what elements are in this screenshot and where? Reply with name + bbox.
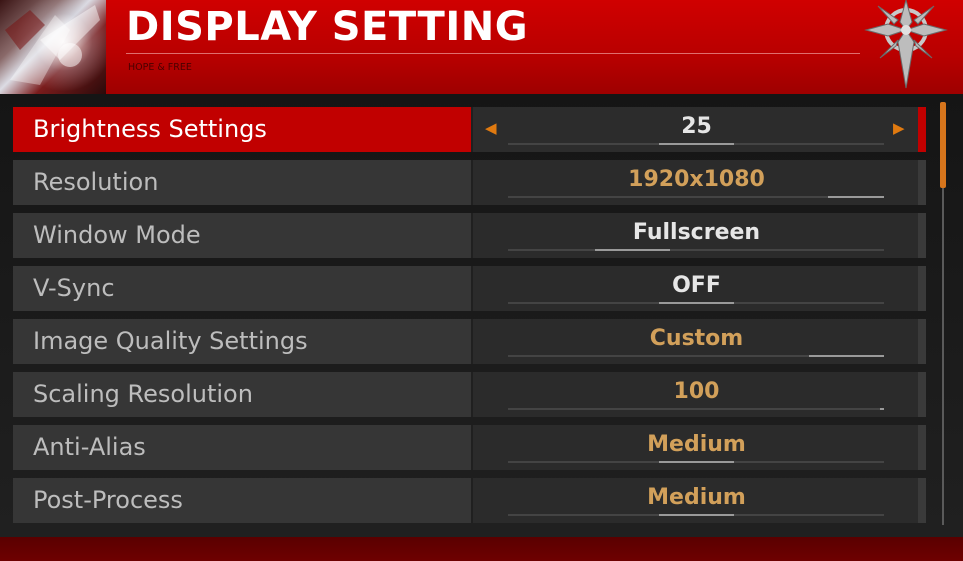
row-endcap <box>918 425 926 470</box>
option-indicator <box>658 514 734 516</box>
setting-label-box[interactable]: Scaling Resolution <box>13 372 471 417</box>
setting-row[interactable]: Brightness Settings 25 ◀ ▶ <box>13 107 926 152</box>
setting-value-selector[interactable]: 1920x1080 <box>471 160 920 205</box>
setting-label: Brightness Settings <box>33 115 267 143</box>
option-indicator-track <box>508 355 884 357</box>
setting-row[interactable]: Scaling Resolution 100 <box>13 372 926 417</box>
setting-value: Fullscreen <box>632 220 761 245</box>
setting-value-selector[interactable]: Fullscreen <box>471 213 920 258</box>
page-subtitle: HOPE & FREE <box>128 62 192 73</box>
option-indicator-track <box>508 408 884 410</box>
footer-bar <box>0 537 963 561</box>
setting-label: Window Mode <box>33 221 201 249</box>
option-indicator <box>827 196 884 198</box>
arrow-right-icon[interactable]: ▶ <box>893 119 905 137</box>
setting-label-box[interactable]: Anti-Alias <box>13 425 471 470</box>
setting-value: 100 <box>673 379 720 404</box>
row-endcap <box>918 266 926 311</box>
setting-label: Post-Process <box>33 486 183 514</box>
setting-row[interactable]: Image Quality Settings Custom <box>13 319 926 364</box>
setting-label-box[interactable]: Post-Process <box>13 478 471 523</box>
setting-label: Anti-Alias <box>33 433 146 461</box>
setting-value-selector[interactable]: OFF <box>471 266 920 311</box>
setting-value-selector[interactable]: 25 ◀ ▶ <box>471 107 920 152</box>
option-indicator <box>880 408 884 410</box>
setting-label-box[interactable]: Window Mode <box>13 213 471 258</box>
option-indicator-track <box>508 302 884 304</box>
option-indicator <box>658 461 734 463</box>
setting-value-selector[interactable]: Medium <box>471 478 920 523</box>
setting-value: Medium <box>647 432 746 457</box>
setting-row[interactable]: Post-Process Medium <box>13 478 926 523</box>
row-endcap <box>918 319 926 364</box>
setting-value: Custom <box>649 326 744 351</box>
option-indicator <box>658 302 734 304</box>
row-endcap <box>918 213 926 258</box>
row-endcap <box>918 160 926 205</box>
option-indicator <box>808 355 884 357</box>
option-indicator <box>658 143 734 145</box>
setting-value-selector[interactable]: 100 <box>471 372 920 417</box>
scrollbar-thumb[interactable] <box>940 102 946 188</box>
header-bar: DISPLAY SETTING HOPE & FREE <box>0 0 963 94</box>
setting-value: 25 <box>681 114 712 139</box>
option-indicator-track <box>508 514 884 516</box>
option-indicator-track <box>508 196 884 198</box>
setting-row[interactable]: Anti-Alias Medium <box>13 425 926 470</box>
setting-row[interactable]: Window Mode Fullscreen <box>13 213 926 258</box>
setting-label: Image Quality Settings <box>33 327 308 355</box>
option-indicator-track <box>508 143 884 145</box>
setting-row[interactable]: V-Sync OFF <box>13 266 926 311</box>
option-indicator-track <box>508 461 884 463</box>
page-title: DISPLAY SETTING <box>126 4 529 50</box>
row-endcap <box>918 478 926 523</box>
setting-label: V-Sync <box>33 274 115 302</box>
setting-label-box[interactable]: V-Sync <box>13 266 471 311</box>
row-endcap <box>918 107 926 152</box>
arrow-left-icon[interactable]: ◀ <box>485 119 497 137</box>
setting-value: Medium <box>647 485 746 510</box>
setting-label-box[interactable]: Brightness Settings <box>13 107 471 152</box>
setting-value: 1920x1080 <box>628 167 765 192</box>
setting-label: Scaling Resolution <box>33 380 253 408</box>
setting-label: Resolution <box>33 168 159 196</box>
compass-emblem-icon <box>864 0 948 89</box>
row-endcap <box>918 372 926 417</box>
setting-value-selector[interactable]: Medium <box>471 425 920 470</box>
setting-label-box[interactable]: Resolution <box>13 160 471 205</box>
option-indicator <box>594 249 670 251</box>
settings-panel: Brightness Settings 25 ◀ ▶ Resolution 1920x10… <box>0 94 963 537</box>
header-divider <box>126 53 860 54</box>
character-portrait-icon <box>0 0 106 94</box>
setting-value-selector[interactable]: Custom <box>471 319 920 364</box>
setting-value: OFF <box>672 273 721 298</box>
setting-label-box[interactable]: Image Quality Settings <box>13 319 471 364</box>
setting-row[interactable]: Resolution 1920x1080 <box>13 160 926 205</box>
option-indicator-track <box>508 249 884 251</box>
